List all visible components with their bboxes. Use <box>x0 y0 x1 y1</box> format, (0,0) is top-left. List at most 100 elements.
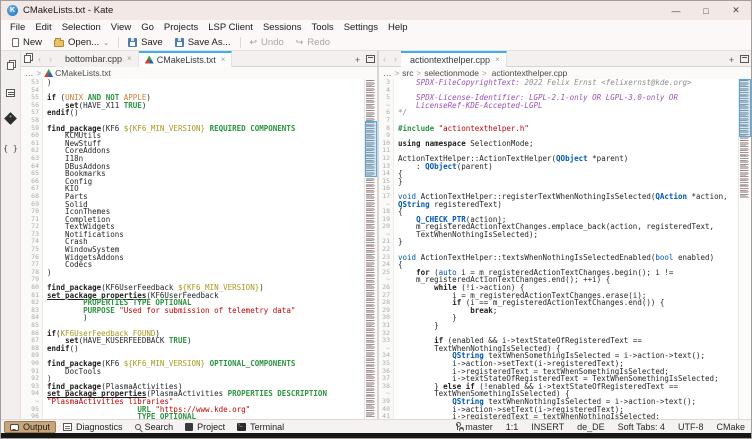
breadcrumb-cmakelists-txt[interactable]: CMakeLists.txt <box>44 68 111 78</box>
right-minimap-scrollbar[interactable] <box>738 79 751 419</box>
menu-selection[interactable]: Selection <box>57 22 106 33</box>
code-token: i->registeredText = textWhenNothingIsSel… <box>398 412 660 419</box>
titlebar[interactable]: K CMakeLists.txt - Kate — □ ✕ <box>1 1 751 20</box>
close-tab-icon[interactable]: × <box>127 54 132 63</box>
code-token: } <box>398 237 403 246</box>
code-token: ) <box>47 79 52 87</box>
menubar: FileEditSelectionViewGoProjectsLSP Clien… <box>1 20 751 35</box>
open-button[interactable]: Open... ⌄ <box>48 36 115 50</box>
sidebar-documents-button[interactable] <box>7 57 14 75</box>
left-minimap-scrollbar[interactable] <box>364 79 377 419</box>
undo-button[interactable]: ↩Undo <box>244 36 290 50</box>
right-breadcrumb: …>src>selectionmode>actiontexthelper.cpp <box>379 67 751 79</box>
minimize-button[interactable]: — <box>661 1 691 20</box>
menu-go[interactable]: Go <box>136 22 159 33</box>
tab-actiontexthelper-cpp[interactable]: actiontexthelper.cpp× <box>401 51 507 67</box>
code-token: SelectionMode; <box>466 139 534 148</box>
plus-icon: + <box>729 55 734 65</box>
tab-cmakelists-txt[interactable]: CMakeLists.txt × <box>139 51 233 67</box>
line-number: 94 <box>21 390 43 398</box>
menu-projects[interactable]: Projects <box>159 22 203 33</box>
code-token: QString <box>398 200 430 209</box>
close-tab-icon[interactable]: × <box>495 55 500 64</box>
minimap-viewport[interactable] <box>365 121 377 177</box>
code-token: TYPE OPTIONAL <box>137 412 196 419</box>
split-view-button[interactable] <box>738 50 751 68</box>
code-row: 77 Codecs <box>21 261 364 269</box>
right-editor[interactable]: 3 SPDX-FileCopyrightText: 2022 Felix Ern… <box>379 79 751 419</box>
cmake-file-icon <box>145 56 154 64</box>
code-token <box>47 412 137 419</box>
speech-icon <box>10 424 19 431</box>
tab-bottombar-cpp[interactable]: bottombar.cpp× <box>56 51 139 67</box>
new-tab-button[interactable]: + <box>725 50 738 68</box>
code-row: 10using namespace SelectionMode; <box>379 140 738 148</box>
code-token: 2022 Felix Ernst <felixernst@kde.org> <box>520 79 692 87</box>
status-insert[interactable]: INSERT <box>531 422 564 432</box>
minimap-viewport[interactable] <box>739 79 751 137</box>
code-token: break <box>470 306 493 315</box>
status-soft-tabs-4[interactable]: Soft Tabs: 4 <box>618 422 665 432</box>
split-view-button[interactable] <box>364 50 377 68</box>
menu-settings[interactable]: Settings <box>339 22 383 33</box>
toolview-search-button[interactable]: Search <box>130 421 179 433</box>
code-line: ) <box>43 269 52 277</box>
menu-help[interactable]: Help <box>383 22 413 33</box>
breadcrumb-[interactable]: … <box>383 68 392 78</box>
menu-file[interactable]: File <box>5 22 30 33</box>
tab-forward-button[interactable]: › <box>45 54 56 64</box>
status-de-de[interactable]: de_DE <box>577 422 605 432</box>
docs-icon <box>7 62 14 70</box>
breadcrumb-[interactable]: … <box>25 68 34 78</box>
code-line: TextWhenNothingIsSelected); <box>394 231 538 239</box>
toolview-diagnostics-button[interactable]: Diagnostics <box>58 421 128 433</box>
toolview-label: Terminal <box>250 422 284 432</box>
breadcrumb-separator-icon: > <box>395 69 400 78</box>
tab-label: CMakeLists.txt <box>157 55 216 65</box>
breadcrumb-src[interactable]: src <box>402 68 413 78</box>
close-button[interactable]: ✕ <box>721 1 751 20</box>
sidebar-projects-button[interactable] <box>5 111 16 129</box>
tab-back-button[interactable]: ‹ <box>34 54 45 64</box>
status-master[interactable]: master <box>454 422 493 432</box>
open-label: Open... <box>68 37 99 48</box>
status-cmake[interactable]: CMake <box>716 422 745 432</box>
status-utf-8[interactable]: UTF-8 <box>678 422 704 432</box>
chevron-down-icon: ⌄ <box>103 39 109 47</box>
save-as-button[interactable]: Save As... <box>169 36 237 50</box>
code-token: (KF6 <box>101 359 124 368</box>
open-icon <box>54 40 64 47</box>
menu-lsp-client[interactable]: LSP Client <box>203 22 258 33</box>
tab-back-button[interactable]: ‹ <box>379 54 390 64</box>
menu-sessions[interactable]: Sessions <box>258 22 307 33</box>
status-1-1[interactable]: 1:1 <box>506 422 519 432</box>
line-number: 20 <box>379 223 394 231</box>
toolview-project-button[interactable]: Project <box>180 421 230 433</box>
toolview-output-button[interactable]: Output <box>4 421 56 433</box>
toolview-terminal-button[interactable]: Terminal <box>232 421 289 433</box>
code-row: ↪QString registeredText) <box>379 201 738 209</box>
menu-view[interactable]: View <box>106 22 136 33</box>
sidebar-symbols-button[interactable]: { } <box>3 138 17 156</box>
tab-forward-button[interactable]: › <box>390 54 401 64</box>
left-editor[interactable]: 53)5455if (UNIX AND NOT APPLE)56 set(HAV… <box>21 79 377 419</box>
menu-edit[interactable]: Edit <box>30 22 56 33</box>
sidebar-filesystem-button[interactable] <box>6 84 15 102</box>
code-line: } <box>394 322 439 330</box>
close-tab-icon[interactable]: × <box>221 55 226 64</box>
code-token: (parent) <box>457 162 493 171</box>
redo-button[interactable]: ↪Redo <box>290 36 336 50</box>
breadcrumb-actiontexthelper-cpp[interactable]: actiontexthelper.cpp <box>490 68 568 78</box>
new-button[interactable]: New <box>6 36 48 50</box>
code-line: ) <box>43 79 52 87</box>
code-line: void ActionTextHelper::textsWhenNothingI… <box>394 254 714 262</box>
code-line: } <box>394 238 403 246</box>
save-button[interactable]: Save <box>122 36 169 50</box>
menu-tools[interactable]: Tools <box>307 22 339 33</box>
status-label: master <box>465 422 493 432</box>
maximize-button[interactable]: □ <box>691 1 721 20</box>
new-tab-button[interactable]: + <box>351 50 364 68</box>
breadcrumb-label: … <box>25 68 34 78</box>
breadcrumb-selectionmode[interactable]: selectionmode <box>424 68 479 78</box>
documents-button[interactable] <box>21 50 34 68</box>
